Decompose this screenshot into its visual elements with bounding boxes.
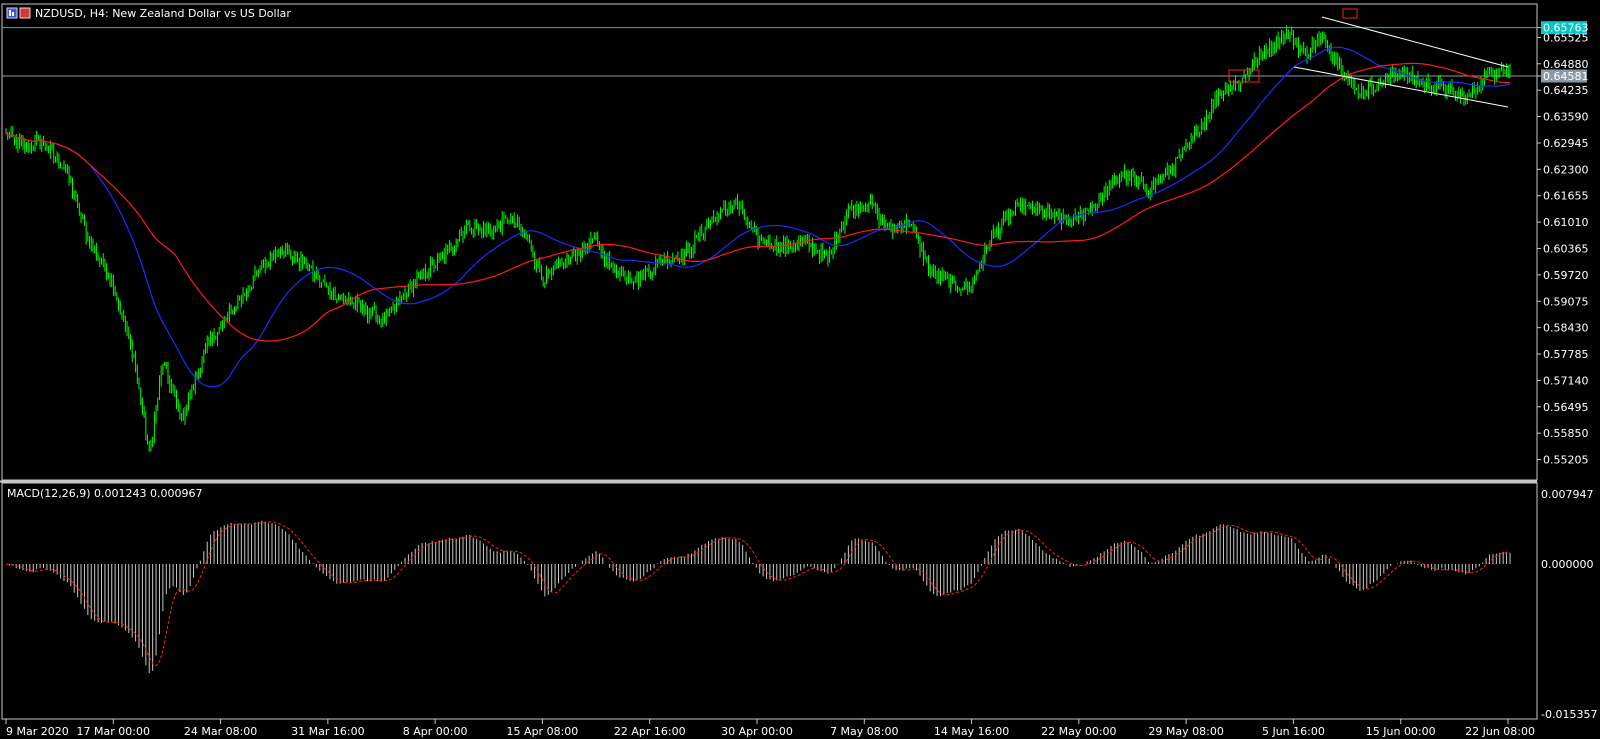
macd-label: MACD(12,26,9) 0.001243 0.000967 <box>7 487 203 500</box>
macd-axis-label: 0.000000 <box>1541 558 1594 571</box>
chart-window-icon <box>6 7 31 19</box>
macd-axis: 0.007947 0.000000 -0.015357 <box>1541 488 1597 721</box>
time-label: 22 May 00:00 <box>1041 725 1116 738</box>
time-label: 8 Apr 00:00 <box>403 725 468 738</box>
price-label: 0.55850 <box>1543 427 1589 440</box>
price-label: 0.57140 <box>1543 374 1589 387</box>
price-label: 0.58430 <box>1543 322 1589 335</box>
nzdusd-chart[interactable]: NZDUSD, H4: New Zealand Dollar vs US Dol… <box>0 0 1600 739</box>
time-label: 14 May 16:00 <box>934 725 1009 738</box>
time-label: 31 Mar 16:00 <box>291 725 364 738</box>
moving-averages <box>5 46 1511 388</box>
price-label: 0.56495 <box>1543 401 1589 414</box>
time-label: 24 Mar 08:00 <box>184 725 257 738</box>
price-label: 0.61010 <box>1543 216 1589 229</box>
time-label: 29 May 08:00 <box>1148 725 1223 738</box>
price-label: 0.63590 <box>1543 111 1589 124</box>
price-label: 0.59075 <box>1543 295 1589 308</box>
price-label: 0.62945 <box>1543 137 1589 150</box>
candles <box>5 25 1511 452</box>
price-label: 0.64235 <box>1543 84 1589 97</box>
price-label: 0.59720 <box>1543 269 1589 282</box>
time-label: 17 Mar 00:00 <box>77 725 150 738</box>
price-label: 0.65525 <box>1543 31 1589 44</box>
time-axis: 9 Mar 2020 17 Mar 00:00 24 Mar 08:00 31 Mar… <box>5 719 1535 738</box>
price-label: 0.57785 <box>1543 348 1589 361</box>
time-label: 9 Mar 2020 <box>6 725 69 738</box>
price-label: 0.60365 <box>1543 242 1589 255</box>
macd-pane-frame <box>1 482 1538 720</box>
macd-histogram <box>5 520 1511 674</box>
macd-axis-label: -0.015357 <box>1541 708 1597 721</box>
time-label: 15 Apr 08:00 <box>507 725 579 738</box>
time-label: 30 Apr 00:00 <box>721 725 793 738</box>
price-label: 0.64581 <box>1543 70 1589 83</box>
ma-fast-line <box>5 46 1511 388</box>
ma-slow-line <box>5 62 1511 342</box>
time-label: 22 Apr 16:00 <box>614 725 686 738</box>
upper-trendline[interactable] <box>1321 16 1509 68</box>
marker-box[interactable] <box>1342 8 1358 19</box>
time-label: 22 Jun 08:00 <box>1465 725 1535 738</box>
price-label: 0.61655 <box>1543 190 1589 203</box>
time-label: 5 Jun 16:00 <box>1262 725 1325 738</box>
macd-signal-line <box>5 521 1511 666</box>
symbol-title: NZDUSD, H4: New Zealand Dollar vs US Dol… <box>35 7 291 20</box>
chart-window[interactable]: NZDUSD, H4: New Zealand Dollar vs US Dol… <box>0 0 1600 739</box>
price-label: 0.64880 <box>1543 58 1589 71</box>
price-axis: 0.657630.655250.648800.645810.642350.635… <box>1537 21 1589 467</box>
time-label: 7 May 08:00 <box>830 725 898 738</box>
time-label: 15 Jun 00:00 <box>1366 725 1436 738</box>
price-label: 0.55205 <box>1543 454 1589 467</box>
price-label: 0.62300 <box>1543 163 1589 176</box>
macd-axis-label: 0.007947 <box>1541 488 1594 501</box>
